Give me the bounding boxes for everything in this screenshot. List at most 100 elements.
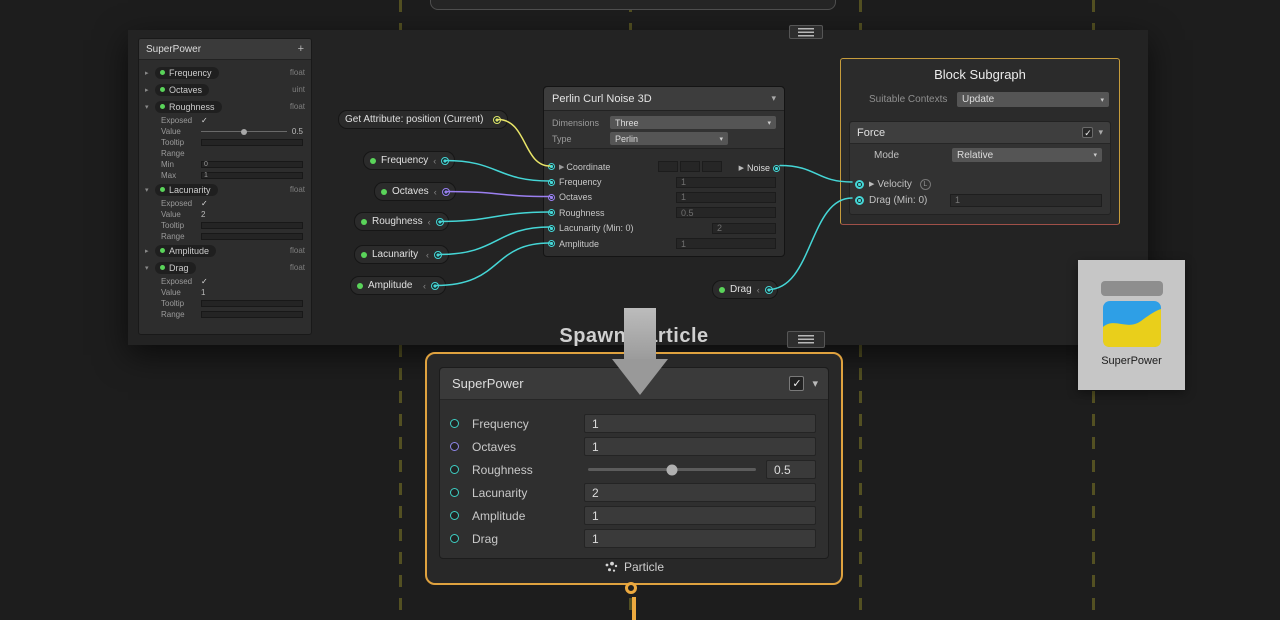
value-text[interactable]: 1 [201,288,205,297]
node-get-attribute-position[interactable]: Get Attribute: position (Current) [338,110,508,129]
amplitude-field[interactable]: 1 [584,506,816,525]
block-header[interactable]: Force ✓ ▾ [850,122,1110,144]
expander-icon[interactable]: ▾ [145,103,155,111]
node-parameter-frequency[interactable]: Frequency ‹ [363,151,455,170]
tooltip-field[interactable] [201,139,303,146]
frequency-field[interactable]: 1 [584,414,816,433]
roughness-field[interactable]: 0.5 [766,460,816,479]
roughness-slider[interactable] [588,468,756,471]
context-options-icon[interactable] [787,331,825,348]
value-slider[interactable] [201,131,287,132]
expander-icon[interactable]: ▸ [145,247,155,255]
range-field[interactable] [201,233,303,240]
tooltip-field[interactable] [201,222,303,229]
block-subgraph-frame[interactable]: Block Subgraph Suitable Contexts Update▾… [840,58,1120,225]
exposed-checkbox[interactable]: ✓ [201,199,208,208]
expander-icon[interactable]: ▾ [145,264,155,272]
slider-handle[interactable] [667,464,678,475]
lacunarity-field[interactable]: 2 [712,223,776,234]
node-parameter-lacunarity[interactable]: Lacunarity ‹ [354,245,449,264]
min-field[interactable]: 0 [201,161,303,168]
z-field[interactable] [702,161,722,172]
expander-icon[interactable]: ▾ [145,186,155,194]
chevron-down-icon[interactable]: ▾ [771,93,776,104]
enabled-checkbox[interactable]: ✓ [789,376,804,391]
tooltip-field[interactable] [201,300,303,307]
property-pill[interactable]: Frequency [155,67,219,79]
range-field[interactable] [201,311,303,318]
node-perlin-curl-noise[interactable]: Perlin Curl Noise 3D ▾ Dimensions Three▾… [543,86,785,257]
expander-icon[interactable]: ▸ [145,69,155,77]
input-port-lacunarity[interactable] [548,225,555,232]
input-port-coordinate[interactable] [548,163,555,170]
max-field[interactable]: 1 [201,172,303,179]
octaves-field[interactable]: 1 [584,437,816,456]
amplitude-field[interactable]: 1 [676,238,776,249]
local-space-badge[interactable]: L [920,179,931,190]
input-port-octaves[interactable] [450,442,459,451]
input-port-velocity[interactable] [855,180,864,189]
node-header[interactable]: Perlin Curl Noise 3D ▾ [544,87,784,111]
property-pill[interactable]: Octaves [155,84,209,96]
block-force[interactable]: Force ✓ ▾ Mode Relative▾ ▶ Velocity L [849,121,1111,215]
chevron-down-icon[interactable]: ▾ [812,377,818,390]
type-dropdown[interactable]: Perlin▾ [610,132,728,145]
output-port[interactable] [436,218,444,226]
suitable-contexts-dropdown[interactable]: Update▾ [957,92,1109,107]
x-field[interactable] [658,161,678,172]
collapse-icon[interactable]: ‹ [757,285,760,295]
exposed-checkbox[interactable]: ✓ [201,116,208,125]
dimensions-dropdown[interactable]: Three▾ [610,116,776,129]
context-options-icon[interactable] [789,25,823,39]
blackboard-property-amplitude[interactable]: ▸ Amplitude float [139,242,311,259]
octaves-field[interactable]: 1 [676,192,776,203]
blackboard-property-drag[interactable]: ▾ Drag float [139,259,311,276]
slider-handle[interactable] [241,129,247,135]
superpower-block[interactable]: SuperPower ✓ ▾ Frequency 1 Octaves 1 [439,367,829,559]
output-port[interactable] [765,286,773,294]
expander-icon[interactable]: ▸ [145,86,155,94]
collapse-icon[interactable]: ‹ [423,281,426,291]
node-parameter-roughness[interactable]: Roughness ‹ [354,212,449,231]
chevron-down-icon[interactable]: ▾ [1098,127,1103,138]
property-pill[interactable]: Roughness [155,101,222,113]
collapse-icon[interactable]: ‹ [428,217,431,227]
drag-field[interactable]: 1 [584,529,816,548]
value-text[interactable]: 0.5 [292,127,303,136]
output-port[interactable] [431,282,439,290]
blackboard-property-frequency[interactable]: ▸ Frequency float [139,64,311,81]
superpower-asset-card[interactable]: SuperPower [1078,260,1185,390]
output-port[interactable] [434,251,442,259]
input-port-frequency[interactable] [548,179,555,186]
roughness-field[interactable]: 0.5 [676,207,776,218]
enabled-checkbox[interactable]: ✓ [1082,127,1093,138]
input-port-drag[interactable] [450,534,459,543]
property-pill[interactable]: Drag [155,262,196,274]
node-parameter-amplitude[interactable]: Amplitude ‹ [350,276,446,295]
property-pill[interactable]: Amplitude [155,245,216,257]
output-port[interactable] [442,188,450,196]
y-field[interactable] [680,161,700,172]
property-pill[interactable]: Lacunarity [155,184,218,196]
drag-field[interactable]: 1 [950,194,1102,207]
output-port-noise[interactable] [773,165,780,172]
caret-right-icon[interactable]: ▶ [559,163,564,171]
input-port-frequency[interactable] [450,419,459,428]
value-text[interactable]: 2 [201,210,205,219]
input-port-amplitude[interactable] [450,511,459,520]
blackboard-property-roughness[interactable]: ▾ Roughness float [139,98,311,115]
collapse-icon[interactable]: ‹ [426,250,429,260]
lacunarity-field[interactable]: 2 [584,483,816,502]
partial-context-node[interactable] [430,0,836,10]
frequency-field[interactable]: 1 [676,177,776,188]
node-parameter-octaves[interactable]: Octaves ‹ [374,182,456,201]
context-flow-port[interactable] [625,582,637,594]
exposed-checkbox[interactable]: ✓ [201,277,208,286]
node-parameter-drag[interactable]: Drag ‹ [712,280,778,299]
output-port[interactable] [493,116,501,124]
collapse-icon[interactable]: ‹ [434,187,437,197]
collapse-icon[interactable]: ‹ [433,156,436,166]
input-port-roughness[interactable] [548,209,555,216]
blackboard-property-octaves[interactable]: ▸ Octaves uint [139,81,311,98]
input-port-amplitude[interactable] [548,240,555,247]
